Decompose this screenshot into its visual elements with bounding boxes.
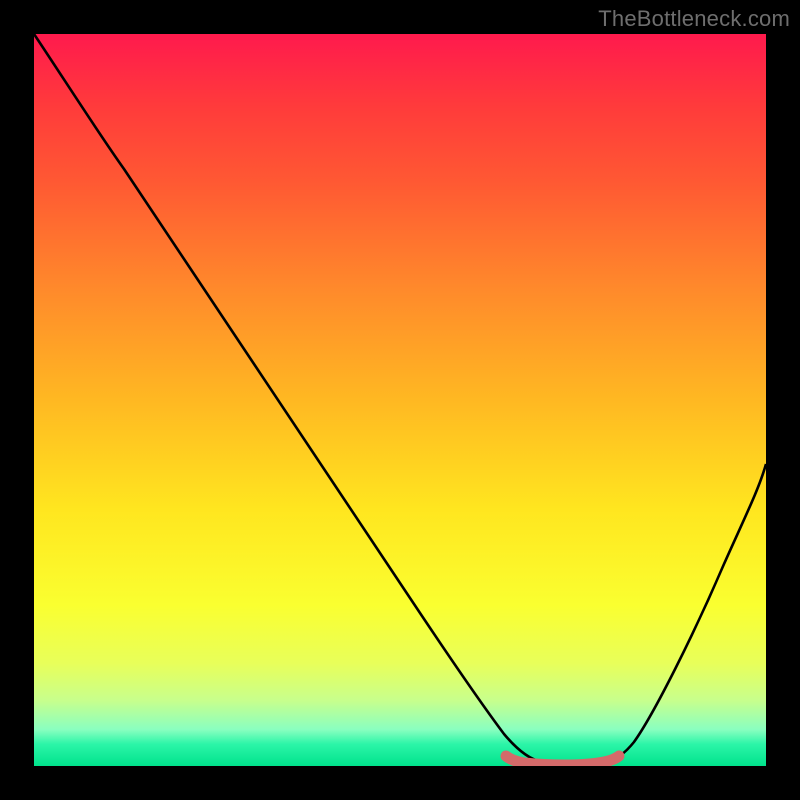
chart-frame: TheBottleneck.com xyxy=(0,0,800,800)
gradient-plot-area xyxy=(34,34,766,766)
curve-layer xyxy=(34,34,766,766)
flat-zone-highlight xyxy=(506,756,619,765)
watermark-text: TheBottleneck.com xyxy=(598,6,790,32)
bottleneck-curve xyxy=(34,34,766,764)
